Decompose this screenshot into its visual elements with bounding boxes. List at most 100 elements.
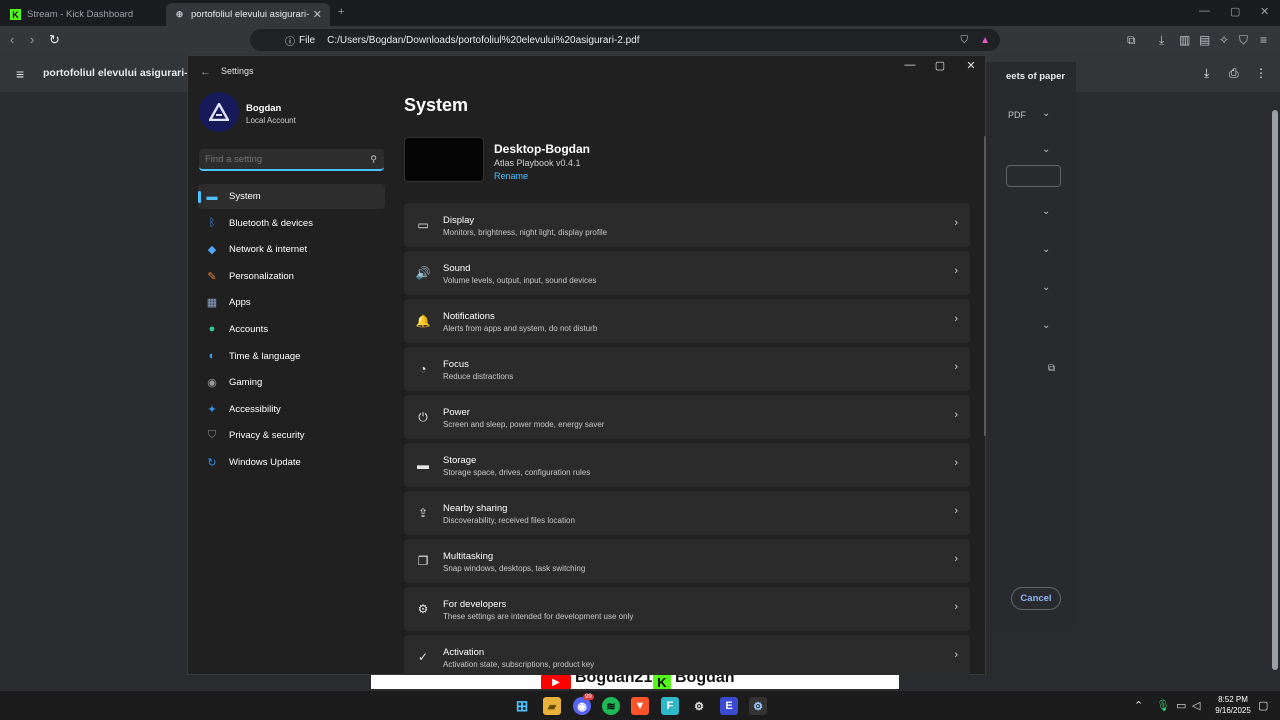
settings-card-for-developers[interactable]: ⚙ For developers These settings are intend… xyxy=(404,587,970,631)
content-scrollbar[interactable] xyxy=(984,136,986,436)
sidebar-item-label: Accounts xyxy=(229,323,269,335)
editor-icon[interactable]: E xyxy=(720,697,738,715)
close-window-icon[interactable]: ✕ xyxy=(1260,5,1269,18)
brave-rewards-icon[interactable]: ▲ xyxy=(980,35,990,46)
sidebar-item-windows-update[interactable]: ↻ Windows Update xyxy=(198,450,385,475)
card-title: Sound xyxy=(443,263,471,274)
microphone-icon[interactable]: 🎙 xyxy=(1156,699,1170,712)
sidebar-icon[interactable]: ▥ xyxy=(1179,33,1190,47)
back-arrow-icon[interactable]: ← xyxy=(200,66,211,78)
reload-icon[interactable]: ↻ xyxy=(49,32,60,48)
chevron-down-icon[interactable]: ⌄ xyxy=(1042,206,1050,217)
volume-icon[interactable]: ◁ xyxy=(1192,699,1200,712)
search-input[interactable] xyxy=(205,153,365,165)
settings-card-multitasking[interactable]: ❐ Multitasking Snap windows, desktops, tas… xyxy=(404,539,970,583)
back-icon[interactable]: ‹ xyxy=(10,32,14,47)
maximize-icon[interactable]: ▢ xyxy=(925,59,955,72)
card-description: These settings are intended for developm… xyxy=(443,612,634,621)
chevron-down-icon[interactable]: ⌄ xyxy=(1042,108,1050,119)
chevron-down-icon[interactable]: ⌄ xyxy=(1042,282,1050,293)
close-tab-icon[interactable]: ✕ xyxy=(313,8,322,21)
download-icon[interactable]: ⤓ xyxy=(1159,33,1164,48)
sidebar-item-label: Windows Update xyxy=(229,456,301,468)
forward-icon[interactable]: › xyxy=(30,32,34,47)
chevron-right-icon: › xyxy=(954,553,958,565)
spotify-icon[interactable]: ≋ xyxy=(602,697,620,715)
clock[interactable]: 8:52 PM 9/16/2025 xyxy=(1210,694,1256,716)
device-image xyxy=(404,137,484,182)
card-description: Discoverability, received files location xyxy=(443,516,575,525)
tab-pdf[interactable]: ⊕ portofoliul elevului asigurari-2.p ✕ xyxy=(166,3,330,26)
chevron-down-icon[interactable]: ⌄ xyxy=(1042,144,1050,155)
tab-kick-dashboard[interactable]: K Stream - Kick Dashboard xyxy=(2,3,162,26)
settings-card-focus[interactable]: ◔ Focus Reduce distractions › xyxy=(404,347,970,391)
address-bar[interactable]: ⓘ File C:/Users/Bogdan/Downloads/portofo… xyxy=(250,29,1000,51)
settings-card-activation[interactable]: ✓ Activation Activation state, subscriptio… xyxy=(404,635,970,675)
settings-card-sound[interactable]: 🔊 Sound Volume levels, output, input, soun… xyxy=(404,251,970,295)
brave-icon[interactable]: ▼ xyxy=(631,697,649,715)
settings-card-display[interactable]: ▭ Display Monitors, brightness, night ligh… xyxy=(404,203,970,247)
sidebar-item-label: Apps xyxy=(229,297,251,309)
shield-icon: ⛉ xyxy=(207,429,217,442)
external-link-icon[interactable]: ⧉ xyxy=(1048,363,1055,374)
settings-card-storage[interactable]: ▬ Storage Storage space, drives, configura… xyxy=(404,443,970,487)
hamburger-icon[interactable]: ≡ xyxy=(16,66,24,82)
chevron-down-icon[interactable]: ⌄ xyxy=(1042,320,1050,331)
sidebar-item-network-internet[interactable]: ◆ Network & internet xyxy=(198,237,385,262)
developer-icon: ⚙ xyxy=(417,602,429,616)
file-explorer-icon[interactable]: ▰ xyxy=(543,697,561,715)
settings-card-nearby-sharing[interactable]: ⇪ Nearby sharing Discoverability, received… xyxy=(404,491,970,535)
sidebar-item-label: Gaming xyxy=(229,377,263,389)
settings-card-power[interactable]: ⏻ Power Screen and sleep, power mode, ener… xyxy=(404,395,970,439)
minimize-icon[interactable]: — xyxy=(895,59,925,71)
notification-icon[interactable]: ▢ xyxy=(1258,699,1268,712)
sidebar-item-apps[interactable]: ▦ Apps xyxy=(198,290,385,315)
scroll-thumb[interactable] xyxy=(1272,110,1278,670)
search-icon[interactable]: ⚲ xyxy=(370,154,377,165)
search-box[interactable]: ⚲ xyxy=(199,149,384,171)
screenshot-icon[interactable]: ⧉ xyxy=(1127,33,1136,48)
rename-link[interactable]: Rename xyxy=(494,171,528,181)
vpn-icon[interactable]: ⛉ xyxy=(1239,33,1248,48)
chevron-up-icon[interactable]: ⌃ xyxy=(1134,699,1143,712)
brave-shield-icon[interactable]: ⛉ xyxy=(961,35,969,46)
menu-icon[interactable]: ≡ xyxy=(1260,33,1267,47)
cancel-button[interactable]: Cancel xyxy=(1011,587,1061,610)
steam-icon[interactable]: ⚙ xyxy=(690,697,708,715)
sidebar-item-accessibility[interactable]: ✦ Accessibility xyxy=(198,397,385,422)
network-icon[interactable]: ▭ xyxy=(1176,699,1186,712)
leo-ai-icon[interactable]: ✧ xyxy=(1219,33,1229,47)
browser-toolbar: ‹ › ↻ ⌑ ⓘ File C:/Users/Bogdan/Downloads… xyxy=(0,26,1280,54)
pdf-download-icon[interactable]: ⤓ xyxy=(1204,66,1209,81)
discord-badge: 99 xyxy=(583,694,594,700)
sidebar-item-accounts[interactable]: ● Accounts xyxy=(198,317,385,342)
stream-overlay: ▶ Bogdan21 K Bogdan xyxy=(371,675,899,689)
sidebar-item-system[interactable]: ▬ System xyxy=(198,184,385,209)
more-icon[interactable]: ⋮ xyxy=(1255,66,1267,80)
sidebar-item-personalization[interactable]: ✎ Personalization xyxy=(198,264,385,289)
new-tab-icon[interactable]: + xyxy=(338,6,344,18)
settings-card-notifications[interactable]: 🔔 Notifications Alerts from apps and syste… xyxy=(404,299,970,343)
card-description: Storage space, drives, configuration rul… xyxy=(443,468,591,477)
settings-app-icon[interactable]: ⚙ xyxy=(749,697,767,715)
sidebar-item-time-language[interactable]: ◐ Time & language xyxy=(198,344,385,369)
minimize-icon[interactable]: — xyxy=(1199,5,1210,17)
sidebar-item-gaming[interactable]: ◉ Gaming xyxy=(198,370,385,395)
pdf-scrollbar[interactable] xyxy=(1270,92,1280,690)
print-icon[interactable]: ⎙ xyxy=(1229,66,1239,81)
share-icon: ⇪ xyxy=(417,506,429,520)
avatar[interactable] xyxy=(199,92,239,132)
restore-icon[interactable]: ▢ xyxy=(1230,5,1240,18)
update-icon: ↻ xyxy=(207,456,217,469)
chevron-down-icon[interactable]: ⌄ xyxy=(1042,244,1050,255)
pages-field[interactable] xyxy=(1006,165,1061,187)
sidebar-item-bluetooth-devices[interactable]: ᛒ Bluetooth & devices xyxy=(198,211,385,236)
close-icon[interactable]: ✕ xyxy=(956,59,986,72)
start-icon[interactable]: ⊞ xyxy=(513,697,531,715)
chevron-right-icon: › xyxy=(954,313,958,325)
notepad-icon[interactable]: F xyxy=(661,697,679,715)
sidebar-item-privacy-security[interactable]: ⛉ Privacy & security xyxy=(198,423,385,448)
kick-handle: Bogdan xyxy=(675,675,735,686)
wallet-icon[interactable]: ▤ xyxy=(1199,33,1210,47)
device-name: Desktop-Bogdan xyxy=(494,142,590,156)
